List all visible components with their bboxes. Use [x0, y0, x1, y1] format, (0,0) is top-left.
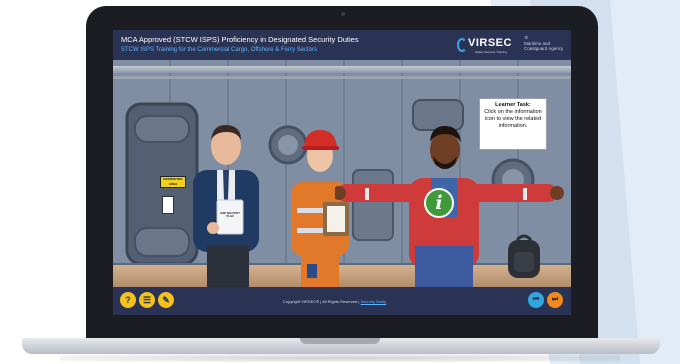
learner-task-box: Learner Task: Click on the information i…	[479, 98, 547, 150]
virsec-logo-icon	[457, 38, 467, 52]
previous-icon: ⏮	[532, 296, 540, 303]
course-header: MCA Approved (STCW ISPS) Proficiency in …	[113, 30, 571, 60]
copyright-text: Copyright VIRSEC® | All Rights Reserved …	[283, 299, 387, 304]
backpack	[508, 234, 540, 278]
footer-link[interactable]: Security Notify	[361, 299, 387, 304]
ship-security-plan-document: SHIP SECURITY PLAN	[220, 212, 240, 218]
information-icon[interactable]: i	[424, 188, 454, 218]
laptop-base-notch	[300, 338, 380, 344]
laptop-camera	[341, 12, 345, 16]
pencil-icon: ✎	[162, 295, 170, 305]
virsec-logo: VIRSEC	[468, 37, 512, 49]
question-icon: ?	[125, 295, 131, 305]
virsec-tagline: Safety-Security Training	[475, 50, 507, 54]
agency-name: Maritime and Coastguard Agency	[524, 41, 564, 51]
course-title: MCA Approved (STCW ISPS) Proficiency in …	[121, 35, 359, 44]
learner-task-instructions: Click on the information icon to view th…	[484, 109, 542, 129]
menu-button[interactable]: ☰	[139, 292, 155, 308]
notes-button[interactable]: ✎	[158, 292, 174, 308]
learner-task-title: Learner Task:	[495, 102, 531, 108]
laptop-shadow	[60, 354, 620, 362]
menu-list-icon: ☰	[142, 295, 152, 305]
previous-button[interactable]: ⏮	[528, 292, 544, 308]
training-scene: RESTRICTED AREA SHIP SECURITY PLAN Learn…	[113, 60, 571, 287]
next-button[interactable]: ⏭	[547, 292, 563, 308]
course-footer: ? ☰ ✎ Copyright VIRSEC® | All Rights Res…	[113, 287, 571, 315]
officer-character	[193, 124, 259, 287]
course-screen: MCA Approved (STCW ISPS) Proficiency in …	[113, 30, 571, 315]
help-button[interactable]: ?	[120, 292, 136, 308]
next-icon: ⏭	[551, 296, 559, 303]
course-subtitle: STCW ISPS Training for the Commercial Ca…	[121, 47, 317, 53]
